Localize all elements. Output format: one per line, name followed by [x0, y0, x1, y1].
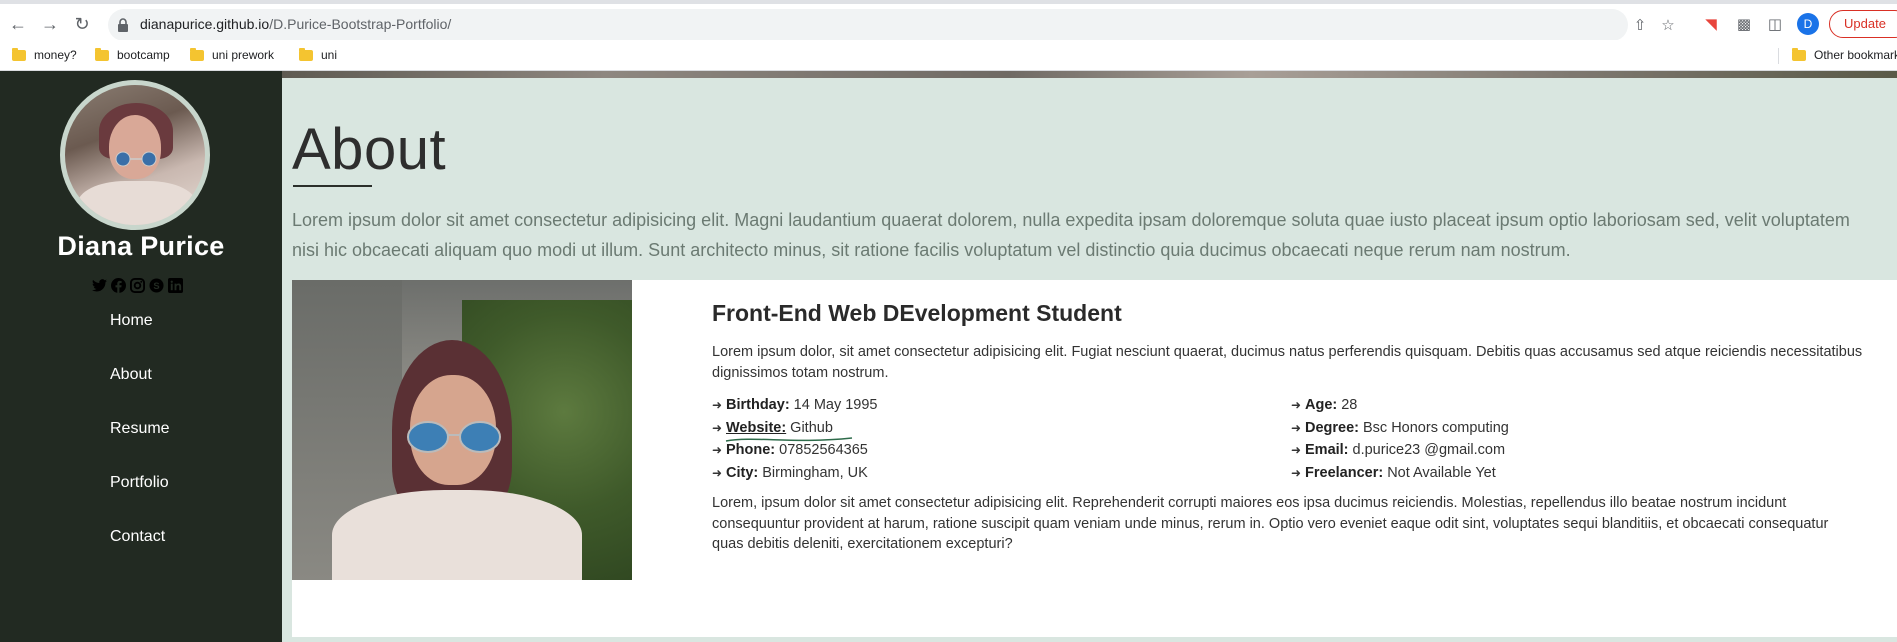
nav-about[interactable]: About: [110, 366, 152, 384]
card-title: Front-End Web DEvelopment Student: [712, 300, 1122, 326]
bookmarks-bar: money? bootcamp uni prework uni Other bo…: [0, 40, 1897, 71]
bookmark-label: bootcamp: [117, 48, 170, 62]
card-footer-text: Lorem, ipsum dolor sit amet consectetur …: [712, 495, 1829, 552]
info-birthday: ➜ Birthday: 14 May 1995: [712, 394, 1272, 417]
url-host: dianapurice.github.io: [140, 16, 270, 32]
browser-toolbar: ← → ↻ dianapurice.github.io/D.Purice-Boo…: [0, 0, 1897, 41]
forward-icon[interactable]: →: [38, 12, 62, 36]
profile-avatar[interactable]: D: [1797, 13, 1819, 35]
about-intro: Lorem ipsum dolor sit amet consectetur a…: [292, 210, 1850, 260]
folder-icon: [1792, 47, 1806, 61]
url-path: /D.Purice-Bootstrap-Portfolio/: [269, 16, 452, 32]
arrow-icon: ➜: [1291, 420, 1302, 435]
info-label: Degree:: [1305, 419, 1359, 436]
bookmark-label: money?: [34, 48, 77, 62]
website-underline-scribble: [725, 437, 853, 442]
info-value: Not Available Yet: [1387, 464, 1496, 481]
info-degree: ➜ Degree: Bsc Honors computing: [1291, 417, 1851, 440]
info-email: ➜ Email: d.purice23 @gmail.com: [1291, 439, 1851, 462]
info-value: 28: [1341, 397, 1358, 414]
folder-icon: [299, 47, 313, 61]
bookmark-label: Other bookmarks: [1814, 48, 1897, 62]
sidepanel-icon[interactable]: ◫: [1764, 13, 1786, 35]
hero-image-edge: [282, 71, 1897, 78]
arrow-icon: ➜: [712, 465, 723, 480]
arrow-icon: ➜: [1291, 443, 1302, 458]
share-icon[interactable]: ⇧: [1630, 15, 1650, 35]
bookmark-folder[interactable]: bootcamp: [95, 45, 170, 65]
profile-name: Diana Purice: [57, 231, 225, 261]
info-label: Email:: [1305, 442, 1349, 459]
social-links: S: [91, 277, 184, 295]
info-city: ➜ City: Birmingham, UK: [712, 462, 1272, 485]
update-button[interactable]: Update: [1829, 10, 1897, 38]
nav-contact[interactable]: Contact: [110, 528, 165, 546]
info-value: Bsc Honors computing: [1363, 419, 1509, 436]
address-bar[interactable]: dianapurice.github.io/D.Purice-Bootstrap…: [108, 9, 1675, 41]
avatar: [60, 80, 210, 230]
profile-photo: [292, 280, 632, 580]
twitter-icon[interactable]: [91, 277, 108, 294]
skype-icon[interactable]: S: [148, 277, 165, 294]
instagram-icon[interactable]: [129, 277, 146, 294]
section-title: About: [292, 117, 447, 182]
sidebar: Diana Purice S Home About Resume Portfol…: [0, 71, 282, 642]
bookmark-star-icon[interactable]: ☆: [1658, 15, 1678, 35]
nav-portfolio[interactable]: Portfolio: [110, 474, 169, 492]
info-age: ➜ Age: 28: [1291, 394, 1851, 417]
lock-icon: [118, 18, 128, 32]
bookmark-label: uni prework: [212, 48, 275, 62]
info-value: d.purice23 @gmail.com: [1352, 442, 1506, 459]
arrow-icon: ➜: [1291, 465, 1302, 480]
info-label: City:: [726, 464, 759, 481]
about-card: Front-End Web DEvelopment Student Lorem …: [292, 280, 1897, 637]
bookmark-folder[interactable]: money?: [12, 45, 77, 65]
bookmark-label: uni: [321, 48, 338, 62]
info-label: Age:: [1305, 397, 1338, 414]
title-underline: [293, 185, 372, 187]
info-label: Birthday:: [726, 397, 790, 414]
info-freelancer: ➜ Freelancer: Not Available Yet: [1291, 462, 1851, 485]
svg-text:S: S: [153, 281, 159, 291]
bookmark-folder[interactable]: uni: [299, 45, 337, 65]
back-icon[interactable]: ←: [6, 12, 30, 36]
folder-icon: [12, 47, 26, 61]
folder-icon: [190, 47, 204, 61]
bookmark-folder[interactable]: uni prework: [190, 45, 274, 65]
other-bookmarks[interactable]: Other bookmarks: [1792, 45, 1897, 65]
info-value: 14 May 1995: [793, 397, 878, 414]
nav-home[interactable]: Home: [110, 312, 153, 330]
arrow-icon: ➜: [1291, 398, 1302, 413]
main-content: About Lorem ipsum dolor sit amet consect…: [282, 71, 1897, 642]
bookmarks-divider: [1778, 48, 1779, 64]
linkedin-icon[interactable]: [167, 277, 184, 294]
card-description: Lorem ipsum dolor, sit amet consectetur …: [712, 344, 1863, 381]
url-text: dianapurice.github.io/D.Purice-Bootstrap…: [140, 16, 451, 32]
puzzle-icon[interactable]: ▩: [1733, 13, 1755, 35]
reload-icon[interactable]: ↻: [70, 12, 94, 36]
facebook-icon[interactable]: [110, 277, 127, 294]
folder-icon: [95, 47, 109, 61]
nav-resume[interactable]: Resume: [110, 420, 170, 438]
info-list-right: ➜ Age: 28 ➜ Degree: Bsc Honors computing ➜ Em…: [1291, 394, 1851, 484]
info-value: Birmingham, UK: [762, 464, 868, 481]
arrow-icon: ➜: [712, 398, 723, 413]
extension-icon[interactable]: ◥: [1700, 13, 1722, 35]
info-label: Freelancer:: [1305, 464, 1384, 481]
